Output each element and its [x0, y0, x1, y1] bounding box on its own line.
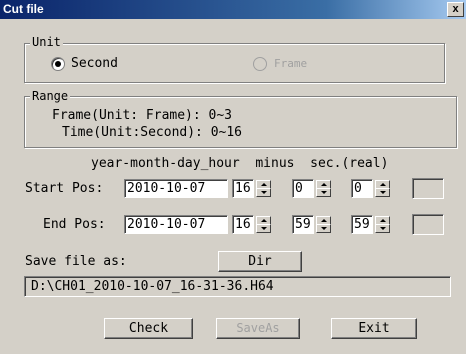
- arrow-up-icon: [321, 219, 327, 222]
- end-pos-label: End Pos:: [43, 217, 106, 232]
- save-path-field[interactable]: D:\CH01_2010-10-07_16-31-36.H64: [24, 276, 451, 297]
- range-legend: Range: [30, 89, 71, 103]
- close-button[interactable]: x: [447, 2, 464, 17]
- saveas-button[interactable]: SaveAs: [216, 318, 300, 339]
- arrow-up-icon: [380, 219, 386, 222]
- cut-file-dialog: Cut file x Unit Second Frame Range Frame…: [0, 0, 466, 354]
- arrow-down-icon: [321, 191, 327, 194]
- exit-button[interactable]: Exit: [331, 318, 417, 339]
- arrow-up-icon: [380, 183, 386, 186]
- spin-down-button[interactable]: [316, 188, 331, 197]
- end-real-field[interactable]: [412, 214, 444, 235]
- spin-down-button[interactable]: [256, 224, 271, 233]
- start-date-field[interactable]: 2010-10-07: [124, 179, 228, 198]
- window-title: Cut file: [3, 2, 44, 16]
- unit-legend: Unit: [30, 35, 63, 49]
- arrow-up-icon: [321, 183, 327, 186]
- end-second-field[interactable]: 59: [351, 215, 373, 234]
- start-real-field[interactable]: [412, 178, 444, 199]
- arrow-down-icon: [380, 191, 386, 194]
- frame-radio-label[interactable]: Frame: [274, 56, 307, 72]
- start-hour-field[interactable]: 16: [232, 179, 254, 198]
- second-radio[interactable]: [51, 57, 65, 71]
- arrow-down-icon: [261, 191, 267, 194]
- start-minute-spinner[interactable]: [316, 180, 331, 197]
- end-hour-field[interactable]: 16: [232, 215, 254, 234]
- check-button[interactable]: Check: [104, 318, 193, 339]
- arrow-down-icon: [380, 227, 386, 230]
- arrow-down-icon: [261, 227, 267, 230]
- spin-down-button[interactable]: [316, 224, 331, 233]
- end-second-spinner[interactable]: [375, 216, 390, 233]
- start-pos-label: Start Pos:: [25, 181, 104, 196]
- end-date-field[interactable]: 2010-10-07: [124, 215, 228, 234]
- time-range-text: Time(Unit:Second): 0~16: [62, 125, 243, 140]
- start-minute-field[interactable]: 0: [292, 179, 314, 198]
- frame-radio[interactable]: [253, 57, 267, 71]
- spin-down-button[interactable]: [375, 224, 390, 233]
- time-column-header: year-month-day_hour minus sec.(real): [91, 156, 389, 171]
- second-radio-label[interactable]: Second: [71, 56, 118, 72]
- start-second-spinner[interactable]: [375, 180, 390, 197]
- spin-down-button[interactable]: [256, 188, 271, 197]
- save-file-label: Save file as:: [25, 254, 127, 269]
- spin-down-button[interactable]: [375, 188, 390, 197]
- radio-selected-dot: [55, 61, 61, 67]
- end-minute-field[interactable]: 59: [292, 215, 314, 234]
- dir-button[interactable]: Dir: [218, 251, 302, 272]
- frame-range-text: Frame(Unit: Frame): 0~3: [52, 108, 233, 123]
- start-hour-spinner[interactable]: [256, 180, 271, 197]
- end-hour-spinner[interactable]: [256, 216, 271, 233]
- arrow-up-icon: [261, 183, 267, 186]
- end-minute-spinner[interactable]: [316, 216, 331, 233]
- start-second-field[interactable]: 0: [351, 179, 373, 198]
- title-bar[interactable]: Cut file x: [0, 0, 466, 19]
- arrow-up-icon: [261, 219, 267, 222]
- arrow-down-icon: [321, 227, 327, 230]
